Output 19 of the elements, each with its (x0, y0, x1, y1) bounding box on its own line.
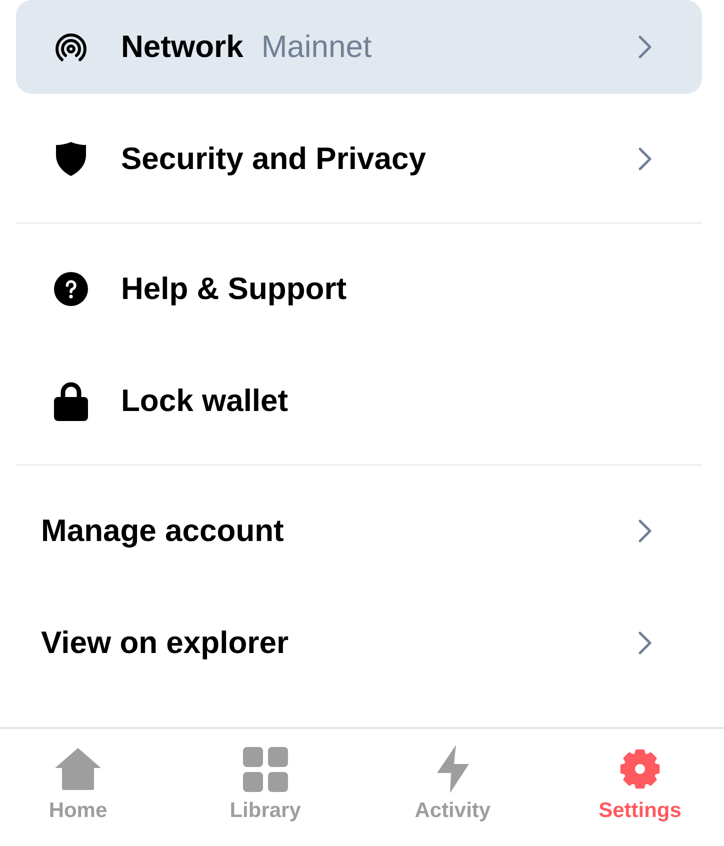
current-value: Mainnet (261, 29, 372, 65)
lock-icon (54, 381, 88, 421)
settings-icon (618, 748, 661, 790)
chevron-right-icon (638, 147, 652, 171)
menu-item[interactable]: Help & Support (16, 242, 702, 336)
home-icon (55, 748, 101, 790)
chevron-right-icon (638, 519, 652, 543)
menu-item[interactable]: Lock wallet (16, 354, 702, 448)
menu-item[interactable]: Security and Privacy (16, 112, 702, 206)
grid-icon (242, 746, 288, 792)
menu-item[interactable]: View on explorer (16, 596, 702, 690)
help-icon (54, 272, 88, 306)
chevron-right-icon (638, 631, 652, 655)
menu-item[interactable]: Network Mainnet (16, 0, 702, 94)
broadcast-icon (55, 32, 87, 62)
menu-item[interactable]: Manage account (16, 484, 702, 578)
chevron-right-icon (638, 35, 652, 59)
lightning-icon (436, 745, 469, 793)
shield-icon (55, 141, 87, 177)
